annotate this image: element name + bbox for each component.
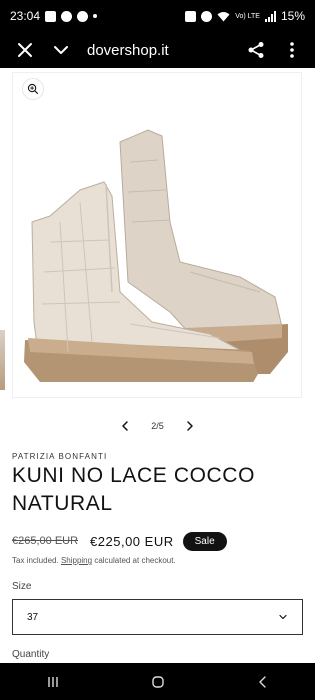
price-row: €265,00 EUR €225,00 EUR Sale (12, 531, 227, 551)
size-selected-value: 37 (27, 611, 39, 623)
media-notification-icon (77, 10, 89, 22)
tax-note: Tax included. Shipping calculated at che… (12, 556, 176, 565)
chevron-down-icon[interactable] (52, 41, 70, 59)
more-options-icon[interactable] (283, 41, 301, 59)
recent-apps-icon[interactable] (46, 675, 60, 689)
quantity-label: Quantity (12, 649, 50, 660)
chevron-left-icon[interactable] (119, 420, 131, 432)
messenger-notification-icon (61, 10, 73, 22)
pager-count: 2/5 (151, 421, 164, 431)
wifi-icon (217, 11, 230, 21)
tax-suffix: calculated at checkout. (94, 556, 176, 565)
size-select[interactable]: 37 (12, 599, 303, 635)
previous-image-peek[interactable] (0, 330, 5, 390)
shipping-link[interactable]: Shipping (61, 556, 92, 565)
product-gallery[interactable] (0, 68, 315, 398)
share-icon[interactable] (247, 41, 265, 59)
status-time: 23:04 (10, 9, 41, 23)
home-icon[interactable] (151, 675, 165, 689)
sale-price: €225,00 EUR (90, 533, 174, 549)
chevron-down-icon (279, 614, 287, 620)
browser-toolbar: dovershop.it (0, 32, 315, 68)
system-navigation-bar (0, 663, 315, 700)
battery-percent: 15% (280, 9, 305, 23)
product-image-boots (24, 129, 288, 382)
product-vendor: PATRIZIA BONFANTI (12, 452, 108, 461)
url-text[interactable]: dovershop.it (87, 42, 169, 59)
zoom-icon[interactable] (22, 78, 44, 100)
chevron-right-icon[interactable] (184, 420, 196, 432)
close-icon[interactable] (16, 41, 34, 59)
battery-saver-icon (185, 10, 197, 22)
signal-icon (264, 10, 276, 22)
product-title: KUNI NO LACE COCCO NATURAL (12, 464, 255, 515)
status-bar: 23:04 Vo) LTE 15% (0, 0, 315, 32)
more-notifications-icon (93, 14, 98, 18)
tax-prefix: Tax included. (12, 556, 59, 565)
size-label: Size (12, 581, 32, 592)
regular-price: €265,00 EUR (12, 535, 79, 547)
gallery-notification-icon (45, 10, 57, 22)
alarm-icon (201, 10, 213, 22)
back-icon[interactable] (256, 675, 270, 689)
gallery-pager: 2/5 (0, 414, 315, 438)
sale-badge: Sale (182, 531, 227, 551)
volte-label: Vo) LTE (235, 12, 260, 20)
